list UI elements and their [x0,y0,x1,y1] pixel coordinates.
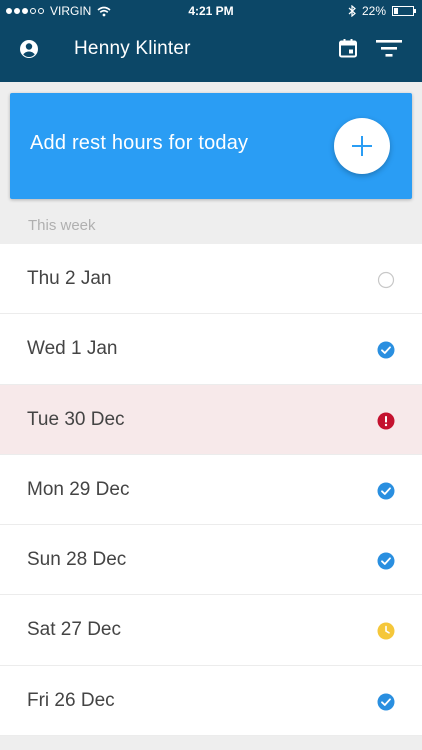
status-right: 22% [348,4,416,18]
day-label: Fri 26 Dec [27,689,115,711]
plus-icon [352,136,372,156]
day-label: Tue 30 Dec [27,408,125,430]
list-item[interactable]: Sat 27 Dec [0,595,422,666]
list-item[interactable]: Tue 30 Dec [0,384,422,455]
check-circle-icon [377,341,395,359]
app-bar: Henny Klinter [0,24,422,74]
clock-icon [377,622,395,640]
filter-icon[interactable] [376,38,402,58]
app: VIRGIN 4:21 PM 22% Henny Klinter Add res… [0,0,422,750]
section-header: This week [28,217,96,234]
top-bar: VIRGIN 4:21 PM 22% Henny Klinter [0,0,422,82]
day-list: Thu 2 Jan Wed 1 Jan Tue 30 Dec Mon 29 De… [0,244,422,737]
check-circle-icon [377,552,395,570]
check-circle-icon [377,693,395,711]
day-label: Sat 27 Dec [27,619,121,641]
calendar-icon[interactable] [338,38,358,58]
bluetooth-icon [348,5,356,17]
add-rest-hours-label: Add rest hours for today [30,132,249,154]
status-bar: VIRGIN 4:21 PM 22% [0,0,422,22]
day-label: Wed 1 Jan [27,338,118,360]
empty-circle-icon [377,271,395,289]
list-item[interactable]: Sun 28 Dec [0,525,422,596]
list-item[interactable]: Mon 29 Dec [0,454,422,526]
error-icon [377,412,395,430]
list-item[interactable]: Fri 26 Dec [0,665,422,737]
battery-percent: 22% [361,4,386,18]
day-label: Sun 28 Dec [27,549,127,571]
user-name: Henny Klinter [74,38,191,59]
list-item[interactable]: Thu 2 Jan [0,244,422,315]
day-label: Thu 2 Jan [27,268,112,289]
account-icon[interactable] [19,39,39,59]
list-item[interactable]: Wed 1 Jan [0,314,422,385]
day-label: Mon 29 Dec [27,478,130,500]
check-circle-icon [377,482,395,500]
battery-level [394,8,398,14]
battery-icon [392,6,416,16]
add-button[interactable] [334,118,390,174]
add-rest-hours-card[interactable]: Add rest hours for today [10,93,412,199]
